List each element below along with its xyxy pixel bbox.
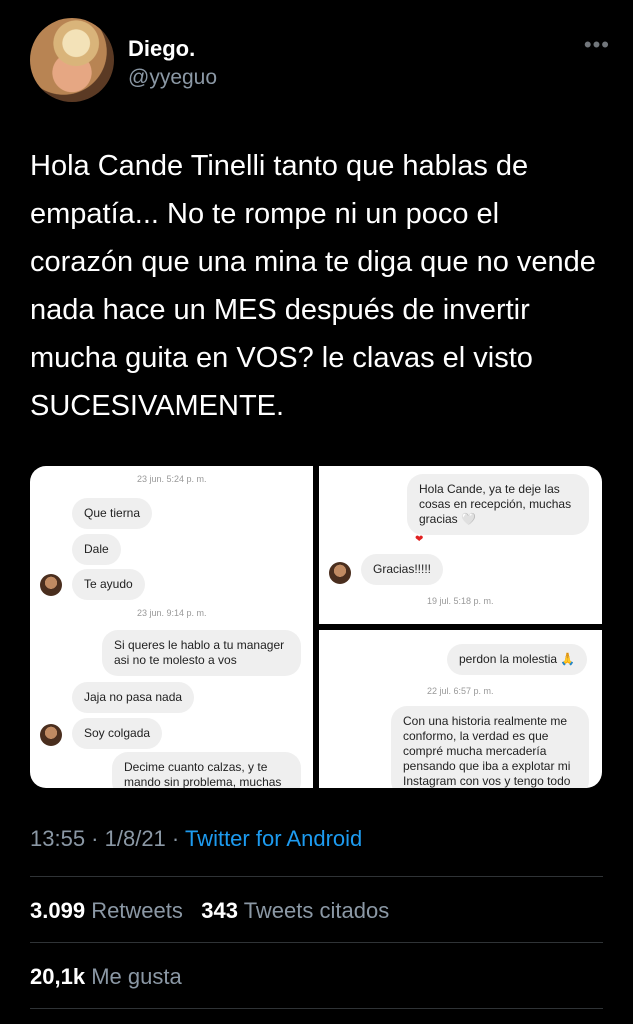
chat-bubble-outgoing: Hola Cande, ya te deje las cosas en rece… (407, 474, 589, 535)
chat-timestamp: 23 jun. 9:14 p. m. (137, 608, 207, 618)
pray-emoji-icon: 🙏 (560, 652, 576, 666)
tweet-metadata: 13:55 · 1/8/21 · Twitter for Android (30, 826, 363, 851)
chat-timestamp: 23 jun. 5:24 p. m. (137, 474, 207, 484)
chat-bubble: Que tierna (72, 498, 153, 529)
retweets-count: 3.099 (30, 898, 86, 923)
tweet-time: 13:55 (30, 826, 86, 851)
quotes-stat[interactable]: 343 Tweets citados (201, 898, 389, 923)
tweet-date: 1/8/21 (104, 826, 166, 851)
media-image-1[interactable]: 23 jun. 5:24 p. m. Que tierna Dale Te ay… (30, 466, 313, 788)
divider (30, 876, 603, 877)
tweet-source-link[interactable]: Twitter for Android (185, 826, 362, 851)
chat-bubble: Gracias!!!!! (361, 554, 444, 585)
author-handle[interactable]: @yyeguo (128, 66, 217, 90)
contact-avatar (329, 562, 351, 584)
chat-bubble-outgoing: Si queres le hablo a tu manager asi no t… (102, 630, 301, 676)
chat-bubble: Jaja no pasa nada (72, 682, 195, 713)
media-image-2[interactable]: Hola Cande, ya te deje las cosas en rece… (319, 466, 602, 624)
quotes-count: 343 (201, 898, 238, 923)
chat-timestamp: 19 jul. 5:18 p. m. (427, 596, 494, 606)
chat-bubble-outgoing: Con una historia realmente me conformo, … (391, 706, 589, 788)
author-avatar[interactable] (30, 18, 114, 102)
chat-bubble: Soy colgada (72, 718, 163, 749)
chat-bubble-outgoing: perdon la molestia 🙏 (447, 644, 588, 675)
heart-reaction-icon: ❤ (415, 534, 424, 545)
divider (30, 942, 603, 943)
chat-bubble: Te ayudo (72, 569, 145, 600)
tweet-media-grid[interactable]: 23 jun. 5:24 p. m. Que tierna Dale Te ay… (30, 466, 602, 788)
chat-bubble: Dale (72, 534, 121, 565)
contact-avatar (40, 724, 62, 746)
likes-count: 20,1k (30, 964, 86, 989)
chat-bubble-text: perdon la molestia (459, 652, 558, 666)
tweet-header: Diego. @yyeguo ••• (30, 18, 610, 108)
more-horizontal-icon[interactable]: ••• (584, 32, 610, 58)
likes-stat[interactable]: 20,1k Me gusta (30, 964, 182, 990)
chat-timestamp: 22 jul. 6:57 p. m. (427, 686, 494, 696)
tweet-text: Hola Cande Tinelli tanto que hablas de e… (30, 150, 596, 422)
likes-label: Me gusta (91, 964, 182, 989)
quotes-label: Tweets citados (243, 898, 390, 923)
contact-avatar (40, 574, 62, 596)
retweets-label: Retweets (91, 898, 183, 923)
author-name[interactable]: Diego. (128, 36, 195, 62)
media-image-3[interactable]: perdon la molestia 🙏 22 jul. 6:57 p. m. … (319, 630, 602, 788)
retweets-stat[interactable]: 3.099 Retweets (30, 898, 183, 923)
chat-bubble-outgoing: Decime cuanto calzas, y te mando sin pro… (112, 752, 301, 788)
engagement-stats: 3.099 Retweets 343 Tweets citados (30, 898, 389, 924)
divider (30, 1008, 603, 1009)
